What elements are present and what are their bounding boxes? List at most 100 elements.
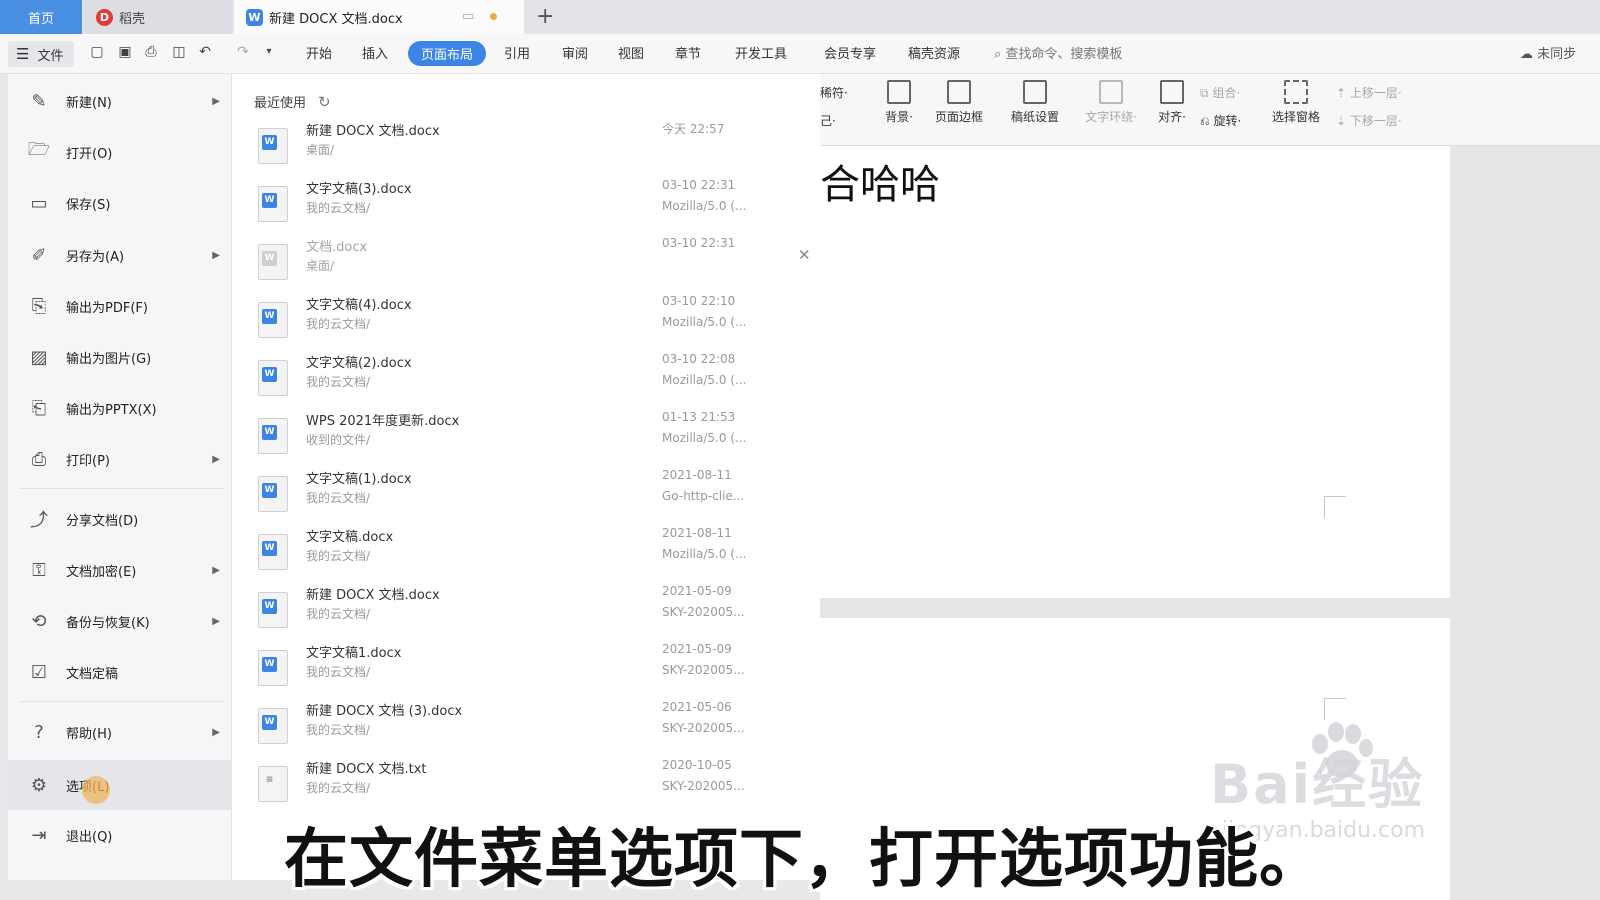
menu-new[interactable]: ✎ 新建(N) ▶	[8, 78, 232, 124]
recent-file-item[interactable]: W 文档.docx 桌面/ 03-10 22:31 ✕	[232, 234, 820, 292]
menu-export-pptx[interactable]: ⎗ 输出为PPTX(X)	[8, 385, 232, 431]
background-tool[interactable]: 背景·	[874, 80, 924, 125]
menu-finalize-label: 文档定稿	[66, 666, 119, 682]
tab-references[interactable]: 引用	[504, 43, 530, 62]
page-layout-toolbar: 稀符· 己· 背景· 页面边框 稿纸设置 文字环绕· 对齐· ⧉ 组合· ⎌ 旋…	[820, 74, 1600, 146]
recent-file-path: 我的云文档/	[306, 607, 371, 621]
recent-file-meta: SKY-202005...	[662, 721, 745, 735]
save-as-icon: ✐	[31, 244, 47, 266]
new-tab-button[interactable]: +	[536, 4, 554, 29]
recent-file-item[interactable]: W 文字文稿.docx 我的云文档/ 2021-08-11 Mozilla/5.…	[232, 524, 820, 582]
recent-file-path: 我的云文档/	[306, 549, 371, 563]
recent-file-item[interactable]: W 新建 DOCX 文档 (3).docx 我的云文档/ 2021-05-06 …	[232, 698, 820, 756]
menu-share[interactable]: ⤴ 分享文档(D)	[8, 496, 232, 542]
menu-finalize[interactable]: ☑ 文档定稿	[8, 649, 232, 695]
tab-home[interactable]: 首页	[0, 0, 82, 34]
recent-file-name: 文字文稿(2).docx	[306, 356, 412, 371]
tab-page-layout[interactable]: 页面布局	[408, 41, 486, 66]
hamburger-icon: ☰	[16, 45, 30, 63]
recent-file-item[interactable]: W 文字文稿(1).docx 我的云文档/ 2021-08-11 Go-http…	[232, 466, 820, 524]
rotate-label: 旋转·	[1213, 114, 1242, 128]
tab-review[interactable]: 审阅	[562, 43, 588, 62]
menu-encrypt[interactable]: ⚿ 文档加密(E) ▶	[8, 547, 232, 593]
margin-mark	[1324, 496, 1346, 518]
docx-file-icon: W	[258, 418, 288, 454]
word-doc-icon: W	[246, 8, 263, 26]
recent-file-name: 新建 DOCX 文档.docx	[306, 124, 440, 139]
recent-file-item[interactable]: W 文字文稿1.docx 我的云文档/ 2021-05-09 SKY-20200…	[232, 640, 820, 698]
tab-float-icon[interactable]: ▭	[462, 9, 474, 24]
tab-member[interactable]: 会员专享	[824, 43, 876, 62]
menu-export-pdf[interactable]: ⎘ 输出为PDF(F)	[8, 283, 232, 329]
menu-save[interactable]: ▭ 保存(S)	[8, 180, 232, 226]
folder-open-icon: 🗁	[27, 139, 51, 160]
search-placeholder: 查找命令、搜索模板	[1005, 47, 1123, 62]
document-page-1[interactable]: 合哈哈	[820, 146, 1450, 598]
text-wrap-tool[interactable]: 文字环绕·	[1076, 80, 1146, 125]
tab-developer[interactable]: 开发工具	[735, 43, 787, 62]
page-border-tool[interactable]: 页面边框	[924, 80, 994, 125]
manuscript-setting-tool[interactable]: 稿纸设置	[1000, 80, 1070, 125]
tab-daoke[interactable]: D 稻壳	[84, 0, 232, 34]
remove-item-close-icon[interactable]: ✕	[798, 246, 811, 264]
txt-file-icon: ≡	[258, 766, 288, 802]
group-tool[interactable]: ⧉ 组合·	[1200, 84, 1240, 101]
recent-file-item[interactable]: ≡ 新建 DOCX 文档.txt 我的云文档/ 2020-10-05 SKY-2…	[232, 756, 820, 814]
align-tool[interactable]: 对齐·	[1150, 80, 1194, 125]
partial-tool-bottom[interactable]: 己·	[820, 112, 836, 129]
move-up-label: 上移一层·	[1349, 86, 1402, 100]
quick-access-dropdown-icon[interactable]: ▾	[260, 43, 278, 61]
redo-icon[interactable]: ↷	[234, 43, 252, 61]
new-file-icon[interactable]: ▢	[88, 43, 106, 61]
print-quick-icon[interactable]: ⎙	[142, 43, 160, 61]
selection-pane-tool[interactable]: 选择窗格	[1266, 80, 1326, 125]
undo-icon[interactable]: ↶	[196, 43, 214, 61]
tab-view[interactable]: 视图	[618, 43, 644, 62]
file-menu-button[interactable]: ☰ 文件	[8, 41, 74, 67]
menu-save-as[interactable]: ✐ 另存为(A) ▶	[8, 232, 232, 278]
menu-help[interactable]: ? 帮助(H) ▶	[8, 709, 232, 755]
menu-export-image[interactable]: ▨ 输出为图片(G)	[8, 334, 232, 380]
menu-exit[interactable]: ⇥ 退出(Q)	[8, 812, 232, 858]
tab-document[interactable]: W 新建 DOCX 文档.docx ▭	[234, 0, 524, 34]
sync-status-button[interactable]: ☁ 未同步	[1520, 43, 1576, 62]
tab-resources[interactable]: 稿壳资源	[908, 43, 960, 62]
recent-file-path: 我的云文档/	[306, 665, 371, 679]
recent-file-date: 今天 22:57	[662, 122, 725, 136]
recent-file-name: 文字文稿.docx	[306, 530, 394, 545]
document-body-text[interactable]: 合哈哈	[820, 152, 940, 210]
menu-open[interactable]: 🗁 打开(O)	[8, 129, 232, 175]
docx-file-icon: W	[258, 476, 288, 512]
tab-insert[interactable]: 插入	[362, 43, 388, 62]
refresh-icon[interactable]: ↻	[318, 93, 331, 111]
new-doc-icon: ✎	[31, 90, 47, 112]
recent-file-item[interactable]: W 文字文稿(3).docx 我的云文档/ 03-10 22:31 Mozill…	[232, 176, 820, 234]
template-icon[interactable]: ▣	[116, 43, 134, 61]
pdf-icon: ⎘	[31, 295, 47, 317]
image-icon: ▨	[30, 346, 48, 368]
rotate-icon: ⎌	[1200, 114, 1210, 128]
partial-tool-top[interactable]: 稀符·	[820, 84, 848, 101]
move-up-tool[interactable]: ⇡ 上移一层·	[1336, 84, 1402, 101]
menu-backup[interactable]: ⟲ 备份与恢复(K) ▶	[8, 598, 232, 644]
menu-divider	[20, 488, 224, 489]
menu-export-pptx-label: 输出为PPTX(X)	[66, 402, 157, 418]
recent-file-path: 我的云文档/	[306, 723, 371, 737]
recent-file-item[interactable]: W 文字文稿(4).docx 我的云文档/ 03-10 22:10 Mozill…	[232, 292, 820, 350]
selection-pane-icon	[1284, 80, 1308, 104]
tab-start[interactable]: 开始	[306, 43, 332, 62]
recent-file-date: 03-10 22:08	[662, 352, 736, 366]
recent-file-item[interactable]: W 新建 DOCX 文档.docx 桌面/ 今天 22:57	[232, 118, 820, 176]
recent-file-item[interactable]: W 新建 DOCX 文档.docx 我的云文档/ 2021-05-09 SKY-…	[232, 582, 820, 640]
menu-options[interactable]: ⚙ 选项(L)	[8, 760, 232, 810]
command-search[interactable]: ⌕ 查找命令、搜索模板	[994, 43, 1122, 62]
recent-file-item[interactable]: W 文字文稿(2).docx 我的云文档/ 03-10 22:08 Mozill…	[232, 350, 820, 408]
menu-print[interactable]: ⎙ 打印(P) ▶	[8, 436, 232, 482]
rotate-tool[interactable]: ⎌ 旋转·	[1200, 112, 1241, 129]
recent-file-path: 我的云文档/	[306, 781, 371, 795]
print-preview-icon[interactable]: ◫	[170, 43, 188, 61]
manuscript-label: 稿纸设置	[1010, 110, 1059, 124]
tab-chapter[interactable]: 章节	[675, 43, 701, 62]
move-down-tool[interactable]: ⇣ 下移一层·	[1336, 112, 1402, 129]
recent-file-item[interactable]: W WPS 2021年度更新.docx 收到的文件/ 01-13 21:53 M…	[232, 408, 820, 466]
